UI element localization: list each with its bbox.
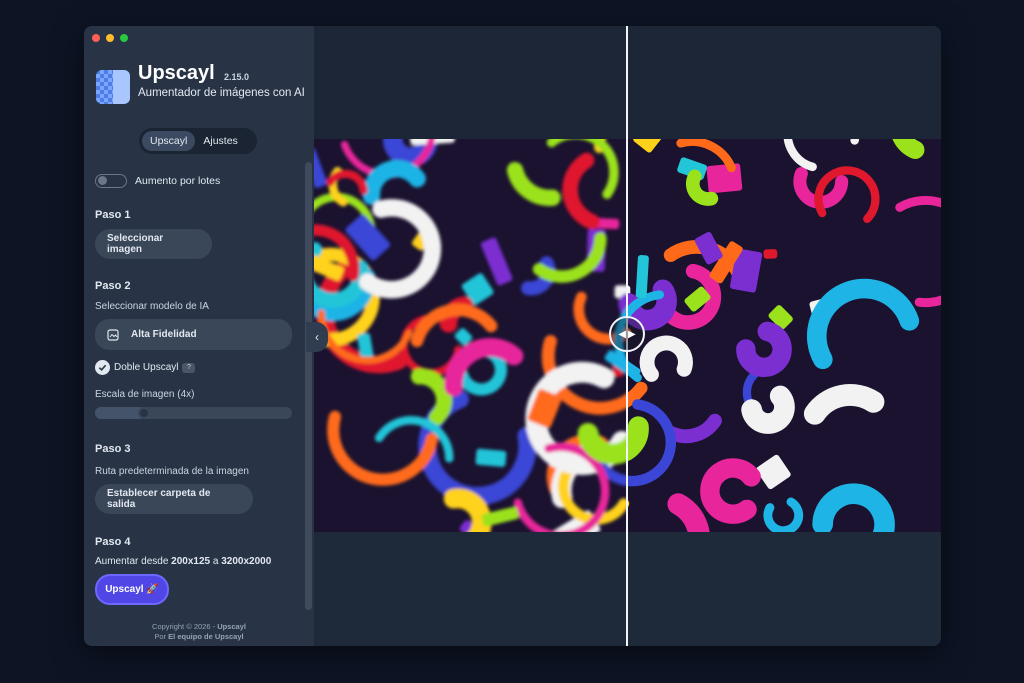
app-version: 2.15.0: [224, 72, 250, 82]
chevron-left-icon[interactable]: ‹: [306, 322, 328, 352]
batch-toggle[interactable]: [95, 174, 127, 188]
upscayl-button[interactable]: Upscayl 🚀: [95, 574, 169, 605]
footer-copyright: Copyright © 2026 - Upscayl: [84, 622, 314, 631]
tab-upscayl[interactable]: Upscayl: [142, 131, 196, 151]
app-subtitle: Aumentador de imágenes con AI: [138, 87, 305, 99]
tab-bar: Upscayl Ajustes: [139, 128, 257, 154]
upscale-info-middle: a: [210, 556, 222, 567]
copyright-text: Copyright © 2026 -: [152, 622, 218, 631]
step2-title: Paso 2: [95, 280, 131, 292]
output-path-label: Ruta predeterminada de la imagen: [95, 466, 249, 477]
maximize-window-button[interactable]: [120, 34, 128, 42]
window-controls: [92, 34, 128, 42]
upscale-to: 3200x2000: [221, 556, 272, 567]
batch-toggle-row: Aumento por lotes: [95, 174, 220, 188]
image-icon: [107, 328, 119, 341]
minimize-window-button[interactable]: [106, 34, 114, 42]
scale-slider[interactable]: [95, 407, 292, 419]
team-prefix: Por: [154, 632, 169, 641]
app-logo: [96, 70, 130, 104]
help-icon[interactable]: ?: [182, 362, 196, 373]
step4-title: Paso 4: [95, 536, 131, 548]
upscale-info: Aumentar desde 200x125 a 3200x2000: [95, 556, 271, 567]
sidebar: Upscayl 2.15.0 Aumentador de imágenes co…: [84, 26, 314, 646]
set-output-folder-button[interactable]: Establecer carpeta de salida: [95, 484, 253, 514]
scale-label: Escala de imagen (4x): [95, 389, 195, 400]
copyright-link[interactable]: Upscayl: [217, 622, 246, 631]
graffiti-stroke: [706, 163, 743, 194]
compare-arrows-icon[interactable]: ◀ ▶: [609, 316, 645, 352]
scale-slider-fill: [95, 407, 145, 419]
sidebar-scrollbar[interactable]: [305, 162, 312, 610]
step1-title: Paso 1: [95, 209, 131, 221]
double-upscayl-row: Doble Upscayl ?: [95, 360, 196, 375]
footer-team: Por El equipo de Upscayl: [84, 632, 314, 641]
model-select-value: Alta Fidelidad: [131, 329, 197, 340]
checkmark-icon: [98, 364, 107, 372]
graffiti-stroke: [763, 249, 778, 259]
upscale-from: 200x125: [171, 556, 211, 567]
graffiti-stroke: [475, 448, 507, 467]
upscale-info-prefix: Aumentar desde: [95, 556, 172, 567]
image-preview-area: ◀▶ ⋯: [314, 26, 941, 646]
double-upscayl-checkbox[interactable]: [95, 360, 110, 375]
team-link[interactable]: El equipo de Upscayl: [168, 632, 243, 641]
app-window: Upscayl 2.15.0 Aumentador de imágenes co…: [84, 26, 941, 646]
batch-toggle-label: Aumento por lotes: [135, 175, 221, 187]
model-select[interactable]: Alta Fidelidad: [95, 319, 292, 350]
close-window-button[interactable]: [92, 34, 100, 42]
tab-settings[interactable]: Ajustes: [195, 131, 245, 151]
step3-title: Paso 3: [95, 443, 131, 455]
select-image-button[interactable]: Seleccionar imagen: [95, 229, 212, 259]
model-label: Seleccionar modelo de IA: [95, 301, 209, 312]
double-upscayl-label: Doble Upscayl: [114, 362, 179, 373]
scale-slider-thumb[interactable]: [138, 407, 151, 419]
app-title: Upscayl: [138, 62, 215, 84]
